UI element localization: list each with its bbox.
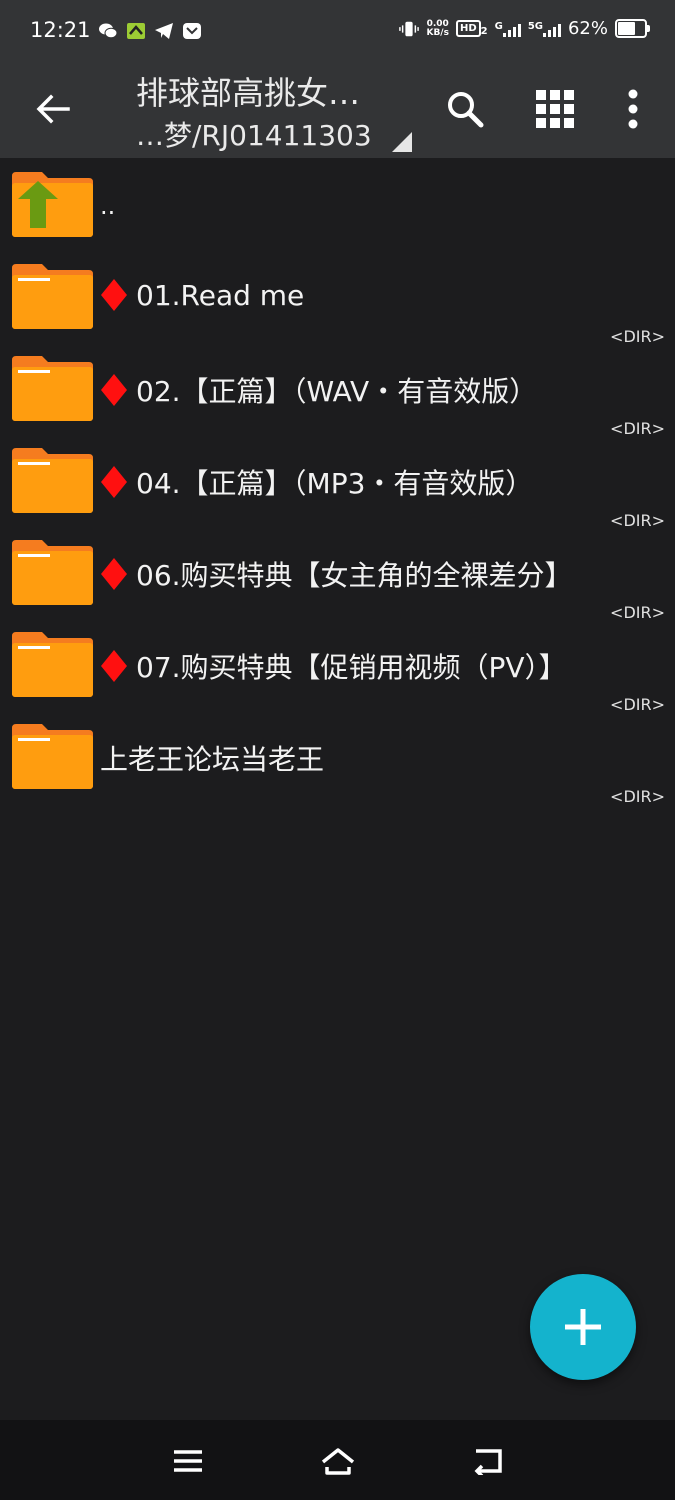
- parent-directory-label: ..: [100, 192, 116, 220]
- folder-name: 04.【正篇】（MP3・有音效版）: [100, 462, 533, 502]
- folder-icon: [12, 632, 93, 697]
- hd-sub: 2: [480, 26, 488, 37]
- folder-row[interactable]: 01.Read me <DIR>: [0, 254, 675, 346]
- folder-icon: [12, 264, 93, 329]
- file-list: .. 01.Read me <DIR> 02.【正篇】（WAV・有音效版） <DIR>…: [0, 162, 675, 806]
- folder-row[interactable]: 02.【正篇】（WAV・有音效版） <DIR>: [0, 346, 675, 438]
- back-button[interactable]: [22, 78, 84, 140]
- home-icon: [321, 1448, 355, 1475]
- path-subtitle[interactable]: …梦/RJ01411303: [136, 114, 372, 154]
- battery-icon: [615, 19, 650, 38]
- grid-view-icon: [536, 90, 574, 128]
- parent-directory-row[interactable]: ..: [0, 162, 675, 254]
- signal-strength-2: 5G: [528, 21, 561, 37]
- more-options-button[interactable]: [602, 78, 664, 140]
- system-nav-bar: [0, 1420, 675, 1500]
- network-speed-unit: KB/s: [426, 27, 449, 38]
- battery-level: [618, 22, 636, 35]
- diamond-marker-icon: [101, 558, 127, 590]
- folder-name-text: 06.购买特典【女主角的全裸差分】: [136, 559, 573, 592]
- grid-view-button[interactable]: [524, 78, 586, 140]
- diamond-marker-icon: [101, 466, 127, 498]
- folder-name-text: 01.Read me: [136, 278, 305, 312]
- folder-row[interactable]: 04.【正篇】（MP3・有音效版） <DIR>: [0, 438, 675, 530]
- folder-name: 02.【正篇】（WAV・有音效版）: [100, 370, 537, 410]
- folder-name: 06.购买特典【女主角的全裸差分】: [100, 554, 573, 594]
- status-time: 12:21: [30, 18, 91, 42]
- dir-label: <DIR>: [610, 327, 665, 346]
- dir-label: <DIR>: [610, 603, 665, 622]
- folder-name: 07.购买特典【促销用视频（PV）】: [100, 646, 567, 686]
- folder-row[interactable]: 07.购买特典【促销用视频（PV）】 <DIR>: [0, 622, 675, 714]
- folder-name-text: 上老王论坛当老王: [100, 743, 325, 776]
- arrow-left-icon: [36, 94, 70, 124]
- home-button[interactable]: [308, 1436, 368, 1486]
- folder-row[interactable]: 上老王论坛当老王 <DIR>: [0, 714, 675, 806]
- app-notification-icon: [126, 22, 146, 40]
- folder-icon: [12, 540, 93, 605]
- page-title[interactable]: 排球部高挑女…: [136, 68, 360, 114]
- vibrate-icon: [399, 20, 420, 38]
- hd-badge: HD: [455, 20, 481, 37]
- diamond-marker-icon: [101, 279, 127, 311]
- dir-label: <DIR>: [610, 787, 665, 806]
- path-dropdown-icon[interactable]: [392, 132, 412, 152]
- signal-bars-icon: [542, 21, 561, 37]
- dir-label: <DIR>: [610, 419, 665, 438]
- signal2-label: 5G: [527, 20, 543, 32]
- search-icon: [448, 92, 484, 128]
- plus-icon: [565, 1309, 601, 1345]
- recents-button[interactable]: [158, 1436, 218, 1486]
- hd-voice-indicator: HD 2: [455, 20, 488, 37]
- signal-bars-icon: [502, 21, 521, 37]
- notification-icons: [98, 22, 202, 40]
- folder-icon: [12, 448, 93, 513]
- system-icons: 0.00 KB/s HD 2 G 5G 62%: [399, 18, 650, 39]
- add-button[interactable]: [530, 1274, 636, 1380]
- diamond-marker-icon: [101, 374, 127, 406]
- app-bar: 排球部高挑女… …梦/RJ01411303: [0, 62, 675, 158]
- diamond-marker-icon: [101, 650, 127, 682]
- back-nav-icon: [474, 1449, 502, 1475]
- search-button[interactable]: [434, 78, 496, 140]
- dir-label: <DIR>: [610, 695, 665, 714]
- mail-icon: [182, 22, 202, 40]
- signal1-label: G: [494, 20, 503, 32]
- signal-strength-1: G: [495, 21, 521, 37]
- menu-icon: [174, 1450, 202, 1472]
- folder-up-icon: [12, 172, 93, 237]
- network-speed: 0.00 KB/s: [426, 19, 449, 38]
- status-bar: 12:21 0.00 KB/s HD 2 G 5G 62%: [0, 0, 675, 62]
- folder-row[interactable]: 06.购买特典【女主角的全裸差分】 <DIR>: [0, 530, 675, 622]
- folder-icon: [12, 724, 93, 789]
- battery-percent: 62%: [567, 18, 608, 39]
- wechat-icon: [98, 22, 118, 40]
- folder-name: 01.Read me: [100, 278, 304, 312]
- back-nav-button[interactable]: [458, 1436, 518, 1486]
- telegram-icon: [154, 22, 174, 40]
- folder-name-text: 07.购买特典【促销用视频（PV）】: [136, 651, 567, 684]
- dir-label: <DIR>: [610, 511, 665, 530]
- folder-name: 上老王论坛当老王: [100, 738, 324, 778]
- more-vert-icon: [628, 89, 638, 129]
- folder-name-text: 04.【正篇】（MP3・有音效版）: [136, 467, 534, 500]
- folder-name-text: 02.【正篇】（WAV・有音效版）: [136, 375, 538, 408]
- folder-icon: [12, 356, 93, 421]
